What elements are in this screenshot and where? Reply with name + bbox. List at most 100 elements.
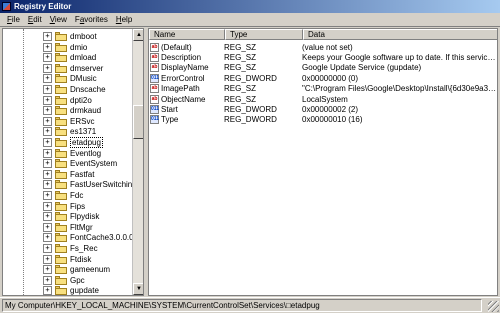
value-name: ObjectName — [161, 94, 206, 104]
expand-plus-icon[interactable]: + — [43, 169, 52, 179]
scrollbar-thumb[interactable] — [133, 105, 143, 139]
tree-item-label: Fs_Rec — [70, 244, 98, 253]
tree-item[interactable]: + etadpug — [3, 137, 103, 148]
tree-item[interactable]: + ERSvc — [3, 116, 94, 127]
tree-item[interactable]: + Fips — [3, 201, 85, 212]
tree-item-label: Flpydisk — [70, 212, 100, 222]
expand-plus-icon[interactable]: + — [43, 222, 52, 232]
tree-vertical-scrollbar[interactable]: ▲ ▼ — [132, 29, 143, 295]
folder-icon — [55, 85, 67, 94]
expand-plus-icon[interactable]: + — [43, 180, 52, 190]
expand-plus-icon[interactable]: + — [43, 106, 52, 116]
tree-item-label: dmio — [70, 42, 88, 52]
value-data: (value not set) — [302, 42, 353, 52]
expand-plus-icon[interactable]: + — [43, 85, 52, 94]
expand-plus-icon[interactable]: + — [43, 42, 52, 52]
expand-plus-icon[interactable]: + — [43, 116, 52, 126]
menu-file[interactable]: File — [3, 15, 24, 24]
title-bar[interactable]: Registry Editor — [0, 0, 500, 13]
expand-plus-icon[interactable]: + — [43, 148, 52, 158]
tree-item[interactable]: + FltMgr — [3, 222, 93, 233]
value-type: REG_SZ — [224, 94, 257, 104]
tree-item[interactable]: + dmload — [3, 52, 96, 63]
expand-plus-icon[interactable]: + — [43, 191, 52, 200]
expand-plus-icon[interactable]: + — [43, 275, 52, 285]
folder-icon — [55, 159, 67, 169]
menu-bar: File Edit View Favorites Help — [0, 13, 500, 27]
tree-item[interactable]: + Flpydisk — [3, 211, 99, 222]
tree-item[interactable]: + drmkaud — [3, 105, 101, 116]
tree-item[interactable]: + dpti2o — [3, 95, 92, 106]
tree-item-label: EventSystem — [70, 159, 118, 169]
tree-item[interactable]: + gameenum — [3, 264, 110, 275]
tree-item-label: Fips — [70, 201, 86, 211]
tree-item[interactable]: + es1371 — [3, 126, 96, 137]
list-header: Name Type Data — [149, 29, 497, 40]
scroll-up-arrow-icon[interactable]: ▲ — [133, 29, 143, 41]
column-header-type[interactable]: Type — [225, 29, 303, 40]
expand-plus-icon[interactable]: + — [43, 254, 52, 264]
tree-item[interactable]: + Gpc — [3, 275, 85, 286]
tree-item[interactable]: + Eventlog — [3, 148, 101, 159]
folder-icon — [55, 53, 67, 63]
key-tree-pane[interactable]: + dmboot + dmio + dmload + dmserver + DMusic + Dnsc… — [2, 28, 144, 296]
value-row[interactable]: ab (Default) REG_SZ (value not set) — [149, 42, 497, 52]
folder-icon — [55, 95, 67, 105]
tree-item[interactable]: + Fastfat — [3, 169, 94, 180]
value-row[interactable]: ab ImagePath REG_SZ "C:\Program Files\Googl… — [149, 84, 497, 94]
tree-item[interactable]: + EventSystem — [3, 158, 117, 169]
value-row[interactable]: ab ObjectName REG_SZ LocalSystem — [149, 94, 497, 104]
tree-item[interactable]: + Fs_Rec — [3, 243, 98, 254]
value-row[interactable]: ab Description REG_SZ Keeps your Google sof… — [149, 52, 497, 62]
expand-plus-icon[interactable]: + — [43, 74, 52, 84]
expand-plus-icon[interactable]: + — [43, 265, 52, 275]
value-data: 0x00000000 (0) — [302, 73, 359, 83]
tree-item-label: drmkaud — [70, 106, 102, 116]
expand-plus-icon[interactable]: + — [43, 286, 52, 295]
expand-plus-icon[interactable]: + — [43, 244, 52, 253]
tree-item[interactable]: + DMusic — [3, 73, 97, 84]
expand-plus-icon[interactable]: + — [43, 95, 52, 105]
tree-item[interactable]: + Ftdisk — [3, 254, 91, 265]
tree-item-label: Ftdisk — [70, 254, 92, 264]
tree-item[interactable]: + dmserver — [3, 63, 103, 74]
tree-item[interactable]: + Fdc — [3, 190, 83, 201]
value-row[interactable]: 011 Type REG_DWORD 0x00000010 (16) — [149, 115, 497, 125]
registry-editor-icon — [2, 2, 11, 11]
column-header-name[interactable]: Name — [149, 29, 225, 40]
value-row[interactable]: 011 ErrorControl REG_DWORD 0x00000000 (0) — [149, 73, 497, 83]
menu-help[interactable]: Help — [112, 15, 136, 24]
resize-grip-icon[interactable] — [488, 301, 499, 312]
status-path: My Computer\HKEY_LOCAL_MACHINE\SYSTEM\Cu… — [2, 299, 482, 312]
tree-item[interactable]: + gupdate — [3, 285, 99, 295]
value-type: REG_DWORD — [224, 104, 277, 114]
column-header-data[interactable]: Data — [303, 29, 497, 40]
value-row[interactable]: 011 Start REG_DWORD 0x00000002 (2) — [149, 104, 497, 114]
expand-plus-icon[interactable]: + — [43, 53, 52, 63]
tree-item[interactable]: + Dnscache — [3, 84, 106, 95]
expand-plus-icon[interactable]: + — [43, 201, 52, 211]
menu-view[interactable]: View — [46, 15, 71, 24]
expand-plus-icon[interactable]: + — [43, 63, 52, 73]
binary-value-icon: 011 — [150, 73, 160, 83]
string-value-icon: ab — [150, 42, 159, 52]
scroll-down-arrow-icon[interactable]: ▼ — [133, 283, 143, 295]
value-row[interactable]: ab DisplayName REG_SZ Google Update Service… — [149, 63, 497, 73]
menu-edit[interactable]: Edit — [24, 15, 46, 24]
values-list-pane[interactable]: Name Type Data ab (Default) REG_SZ (value n… — [148, 28, 498, 296]
menu-favorites[interactable]: Favorites — [71, 15, 112, 24]
string-value-icon: ab — [150, 63, 159, 73]
expand-plus-icon[interactable]: + — [43, 138, 52, 147]
value-data: "C:\Program Files\Google\Desktop\Install… — [302, 84, 497, 94]
expand-plus-icon[interactable]: + — [43, 233, 52, 243]
expand-plus-icon[interactable]: + — [43, 127, 52, 137]
expand-plus-icon[interactable]: + — [43, 159, 52, 169]
value-name: (Default) — [161, 42, 192, 52]
window-title: Registry Editor — [14, 2, 72, 11]
tree-item[interactable]: + FastUserSwitchingCor — [3, 179, 143, 190]
tree-item[interactable]: + FontCache3.0.0.0 — [3, 232, 134, 243]
tree-item[interactable]: + dmboot — [3, 31, 97, 42]
expand-plus-icon[interactable]: + — [43, 212, 52, 222]
tree-item[interactable]: + dmio — [3, 42, 87, 53]
expand-plus-icon[interactable]: + — [43, 32, 52, 41]
